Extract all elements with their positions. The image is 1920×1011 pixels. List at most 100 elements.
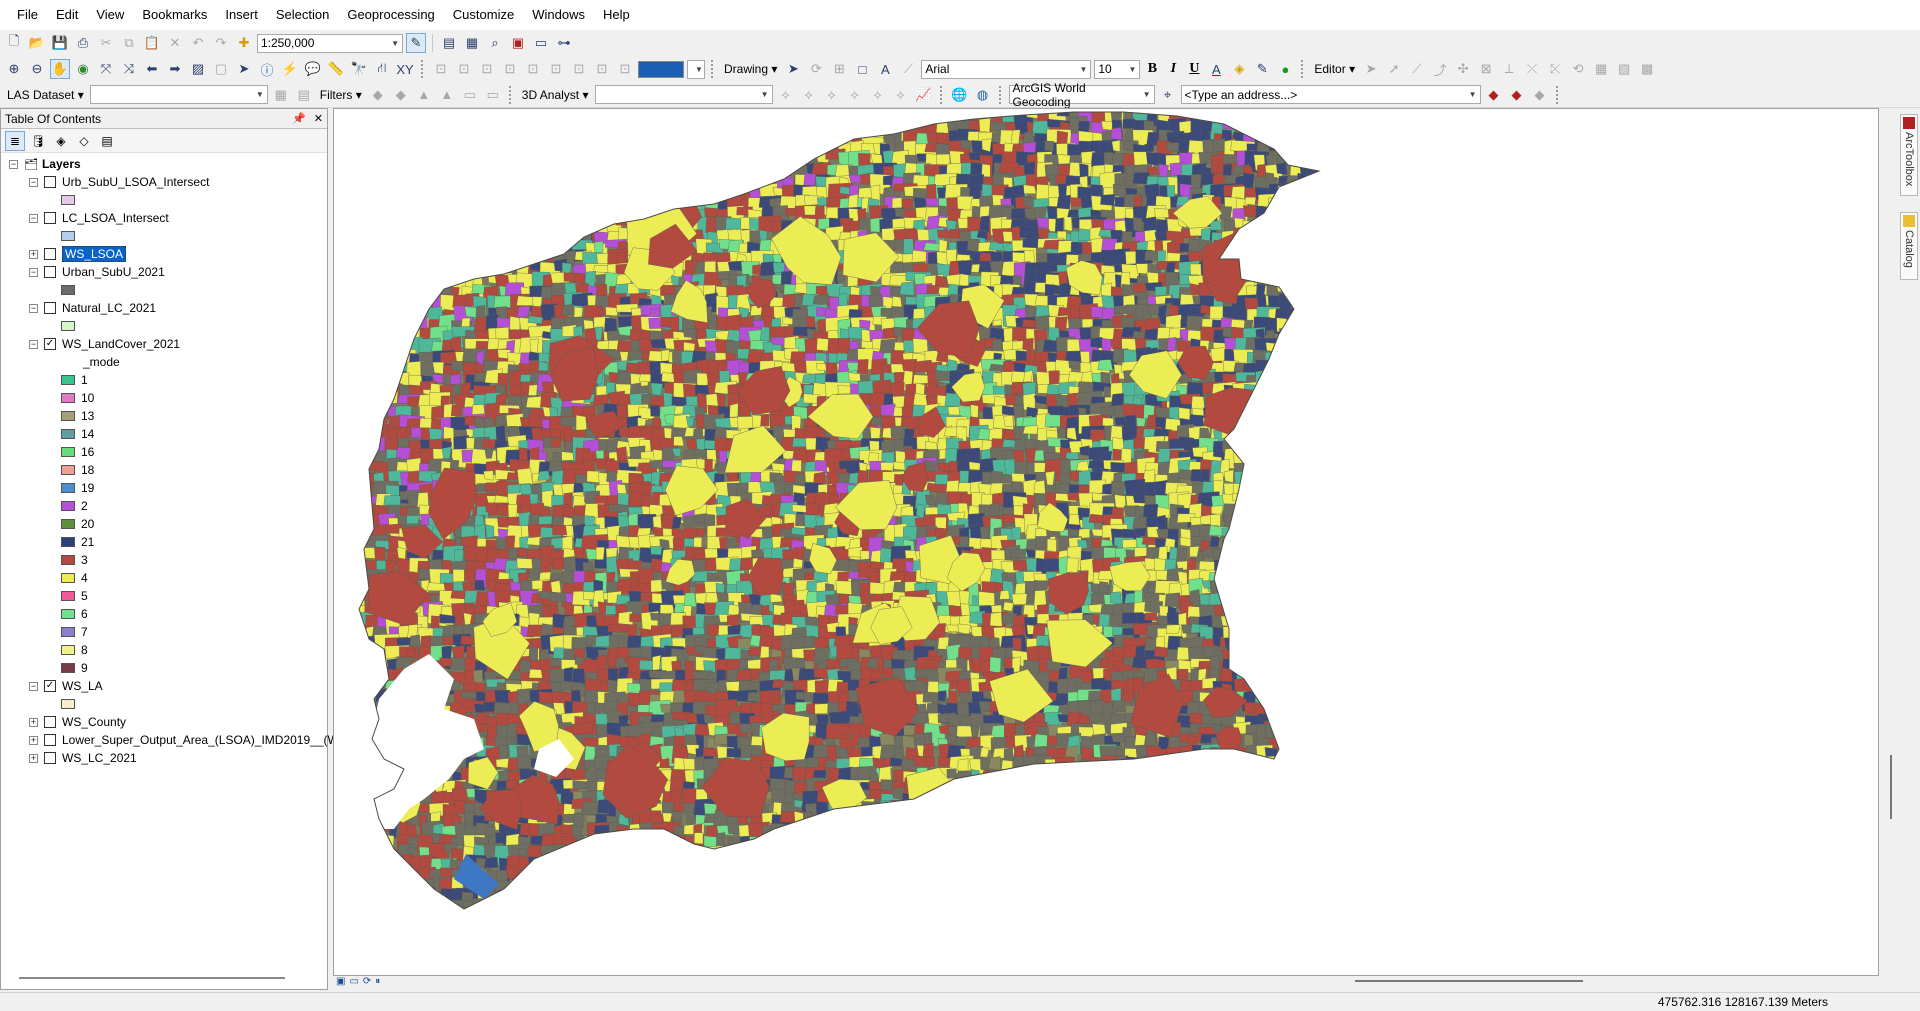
attributes-icon[interactable]: ▦ xyxy=(1591,59,1611,79)
zoom-out-icon[interactable]: ⊖ xyxy=(27,59,47,79)
layer-item[interactable]: − LC_LSOA_Intersect xyxy=(1,209,327,227)
legend-class-swatch[interactable] xyxy=(61,537,75,547)
fixed-zoom-out-icon[interactable]: ⤨ xyxy=(119,59,139,79)
toc-horizontal-scrollbar[interactable] xyxy=(19,977,285,979)
address-inspector-icon[interactable]: ⌖ xyxy=(1158,85,1178,105)
font-size-combo[interactable]: 10 ▼ xyxy=(1094,59,1141,79)
menu-file[interactable]: File xyxy=(8,0,47,30)
add-data-icon[interactable]: ✚ xyxy=(234,33,254,53)
marker-color-icon[interactable]: ● xyxy=(1275,59,1295,79)
font-color-icon[interactable]: A xyxy=(1206,59,1226,79)
model-builder-icon[interactable]: ⊶ xyxy=(554,33,574,53)
editor-menu[interactable]: Editor ▾ xyxy=(1311,62,1358,76)
measure-icon[interactable]: 📏 xyxy=(326,59,346,79)
collapse-icon[interactable]: − xyxy=(29,681,38,691)
menu-selection[interactable]: Selection xyxy=(267,0,338,30)
rotate-feature-icon[interactable]: ⟲ xyxy=(1568,59,1588,79)
edit-vertices-icon[interactable]: ⊠ xyxy=(1476,59,1496,79)
layer-symbol[interactable] xyxy=(61,195,75,205)
layer-item[interactable]: + Lower_Super_Output_Area_(LSOA)_IMD2019_… xyxy=(1,731,348,749)
legend-class-swatch[interactable] xyxy=(61,501,75,511)
edit-vertices-icon[interactable]: ⟋ xyxy=(898,59,918,79)
las-tool-4-icon[interactable]: ▲ xyxy=(437,85,457,105)
new-document-icon[interactable]: 🗋 xyxy=(4,33,24,53)
legend-class-swatch[interactable] xyxy=(61,591,75,601)
bold-button[interactable]: B xyxy=(1143,61,1161,77)
redo-icon[interactable]: ↷ xyxy=(211,33,231,53)
menu-view[interactable]: View xyxy=(87,0,133,30)
georef-tool-9-icon[interactable]: ⊡ xyxy=(615,59,635,79)
legend-class-swatch[interactable] xyxy=(61,519,75,529)
find-route-icon[interactable]: ⛙ xyxy=(372,59,392,79)
text-icon[interactable]: A xyxy=(875,59,895,79)
las-tool-3-icon[interactable]: ▲ xyxy=(414,85,434,105)
html-popup-icon[interactable]: 💬 xyxy=(303,59,323,79)
3d-tool-3-icon[interactable]: ⟡ xyxy=(822,85,842,105)
geocode-tool-2-icon[interactable]: ◆ xyxy=(1507,85,1527,105)
3d-tool-4-icon[interactable]: ⟡ xyxy=(845,85,865,105)
map-scale-combo[interactable]: 1:250,000 ▼ xyxy=(257,33,403,53)
collapse-icon[interactable]: − xyxy=(29,339,38,349)
editor-toolbar-icon[interactable]: ✎ xyxy=(406,33,426,53)
layer-visibility-checkbox[interactable] xyxy=(44,212,56,224)
layer-item[interactable]: + WS_LSOA xyxy=(1,245,327,263)
legend-class-swatch[interactable] xyxy=(61,429,75,439)
las-dataset-menu[interactable]: LAS Dataset ▾ xyxy=(4,88,87,102)
catalog-window-icon[interactable]: ▦ xyxy=(462,33,482,53)
layer-visibility-checkbox[interactable] xyxy=(44,176,56,188)
layer-item[interactable]: + WS_LC_2021 xyxy=(1,749,327,767)
georef-tool-7-icon[interactable]: ⊡ xyxy=(569,59,589,79)
menu-help[interactable]: Help xyxy=(594,0,639,30)
georef-tool-6-icon[interactable]: ⊡ xyxy=(546,59,566,79)
las-tool-6-icon[interactable]: ▭ xyxy=(483,85,503,105)
georef-tool-4-icon[interactable]: ⊡ xyxy=(500,59,520,79)
toolbar-grip[interactable] xyxy=(939,85,944,104)
georef-tool-3-icon[interactable]: ⊡ xyxy=(477,59,497,79)
legend-class-swatch[interactable] xyxy=(61,555,75,565)
layer-item[interactable]: − Natural_LC_2021 xyxy=(1,299,327,317)
menu-geoprocessing[interactable]: Geoprocessing xyxy=(338,0,443,30)
menu-insert[interactable]: Insert xyxy=(216,0,267,30)
collapse-icon[interactable]: − xyxy=(9,159,18,169)
select-features-icon[interactable]: ▨ xyxy=(188,59,208,79)
expand-icon[interactable]: + xyxy=(29,735,38,745)
straight-segment-icon[interactable]: ⟋ xyxy=(1407,59,1427,79)
layer-visibility-checkbox[interactable] xyxy=(44,716,56,728)
las-tool-2-icon[interactable]: ◆ xyxy=(391,85,411,105)
georef-tool-2-icon[interactable]: ⊡ xyxy=(454,59,474,79)
3d-tool-1-icon[interactable]: ⟡ xyxy=(776,85,796,105)
layer-item[interactable]: − ✓ WS_LandCover_2021 xyxy=(1,335,327,353)
identify-icon[interactable]: ⓘ xyxy=(257,59,277,79)
select-elements-icon[interactable]: ➤ xyxy=(783,59,803,79)
profile-graph-icon[interactable]: 📈 xyxy=(914,85,934,105)
collapse-icon[interactable]: − xyxy=(29,303,38,313)
3d-tool-5-icon[interactable]: ⟡ xyxy=(868,85,888,105)
layer-visibility-checkbox[interactable] xyxy=(44,752,56,764)
zoom-to-selected-icon[interactable]: ⊞ xyxy=(829,59,849,79)
collapse-icon[interactable]: − xyxy=(29,267,38,277)
expand-icon[interactable]: + xyxy=(29,717,38,727)
layer-visibility-checkbox[interactable] xyxy=(44,302,56,314)
paste-icon[interactable]: 📋 xyxy=(142,33,162,53)
toolbar-grip[interactable] xyxy=(1301,60,1305,78)
select-elements-icon[interactable]: ➤ xyxy=(234,59,254,79)
toolbar-grip[interactable] xyxy=(421,60,425,78)
arctoolbox-icon[interactable]: ▣ xyxy=(508,33,528,53)
edit-annotation-icon[interactable]: ➚ xyxy=(1384,59,1404,79)
filters-menu[interactable]: Filters ▾ xyxy=(317,88,365,102)
3d-analyst-menu[interactable]: 3D Analyst ▾ xyxy=(519,88,592,102)
list-by-source-icon[interactable]: 🛢 xyxy=(28,131,48,151)
map-canvas[interactable] xyxy=(334,109,1879,976)
pan-icon[interactable]: ✋ xyxy=(50,59,70,79)
delete-icon[interactable]: ✕ xyxy=(165,33,185,53)
collapse-icon[interactable]: − xyxy=(29,213,38,223)
layer-item[interactable]: − Urban_SubU_2021 xyxy=(1,263,327,281)
list-by-selection-icon[interactable]: ◇ xyxy=(74,131,94,151)
layer-visibility-checkbox[interactable] xyxy=(44,734,56,746)
legend-class-swatch[interactable] xyxy=(61,393,75,403)
clear-selection-icon[interactable]: ▢ xyxy=(211,59,231,79)
font-name-combo[interactable]: Arial ▼ xyxy=(921,59,1092,79)
legend-class-swatch[interactable] xyxy=(61,465,75,475)
legend-class-swatch[interactable] xyxy=(61,573,75,583)
layer-item[interactable]: − Urb_SubU_LSOA_Intersect xyxy=(1,173,327,191)
